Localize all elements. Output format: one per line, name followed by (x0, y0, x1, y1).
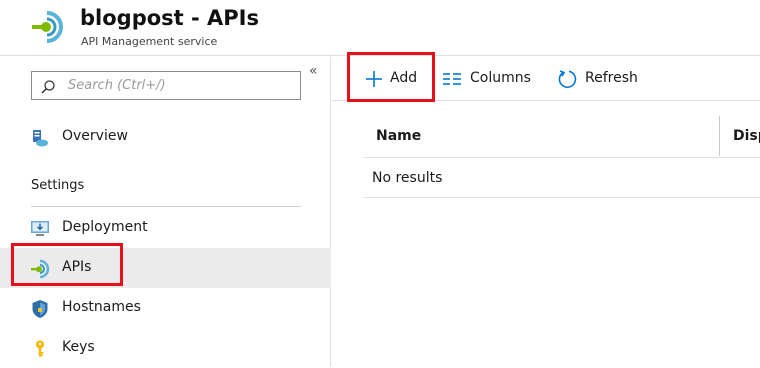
column-header-display[interactable]: Disp (733, 128, 760, 144)
grid-header-row: Name Disp (364, 116, 760, 158)
sidebar-item-label: APIs (62, 259, 92, 275)
sidebar-item-label: Deployment (62, 219, 148, 235)
columns-button-label: Columns (470, 70, 531, 86)
section-divider (31, 206, 301, 207)
page-subtitle: API Management service (81, 35, 218, 48)
sidebar-item-label: Hostnames (62, 299, 141, 315)
key-icon (36, 340, 44, 357)
refresh-icon (558, 70, 577, 88)
column-resize-handle[interactable] (719, 116, 720, 156)
collapse-sidebar-button[interactable]: « (309, 63, 318, 79)
api-management-icon (32, 11, 63, 43)
sidebar-item-label: Overview (62, 128, 128, 144)
table-row: No results (364, 158, 760, 198)
sidebar-item-hostnames[interactable]: Hostnames (0, 288, 331, 328)
command-bar: Add Columns Refresh (332, 57, 760, 101)
sidebar-item-apis[interactable]: APIs (0, 248, 331, 288)
columns-icon (443, 73, 461, 85)
column-header-name[interactable]: Name (376, 128, 421, 144)
apis-icon (31, 259, 50, 279)
shield-icon (32, 300, 48, 318)
sidebar-item-keys[interactable]: Keys (0, 328, 331, 368)
settings-section-title: Settings (31, 178, 85, 193)
add-button-label: Add (390, 70, 418, 86)
plus-icon (366, 71, 382, 87)
sidebar-item-overview[interactable]: Overview (0, 117, 331, 157)
search-input[interactable]: Search (Ctrl+/) (31, 71, 301, 100)
page-title: blogpost - APIs (80, 6, 259, 30)
refresh-button[interactable]: Refresh (557, 57, 647, 101)
sidebar: « Search (Ctrl+/) Overview Settings Depl… (0, 57, 331, 366)
empty-results-text: No results (372, 170, 443, 186)
blade-header: blogpost - APIs API Management service (0, 0, 760, 56)
search-placeholder: Search (Ctrl+/) (68, 78, 166, 93)
sidebar-item-deployment[interactable]: Deployment (0, 208, 331, 248)
refresh-button-label: Refresh (585, 70, 638, 86)
sidebar-item-label: Keys (62, 339, 95, 355)
columns-button[interactable]: Columns (442, 57, 542, 101)
overview-icon (33, 130, 48, 147)
deployment-icon (31, 221, 49, 236)
search-icon (41, 80, 55, 94)
apis-grid: Name Disp No results (364, 116, 760, 198)
add-button[interactable]: Add (350, 57, 434, 101)
